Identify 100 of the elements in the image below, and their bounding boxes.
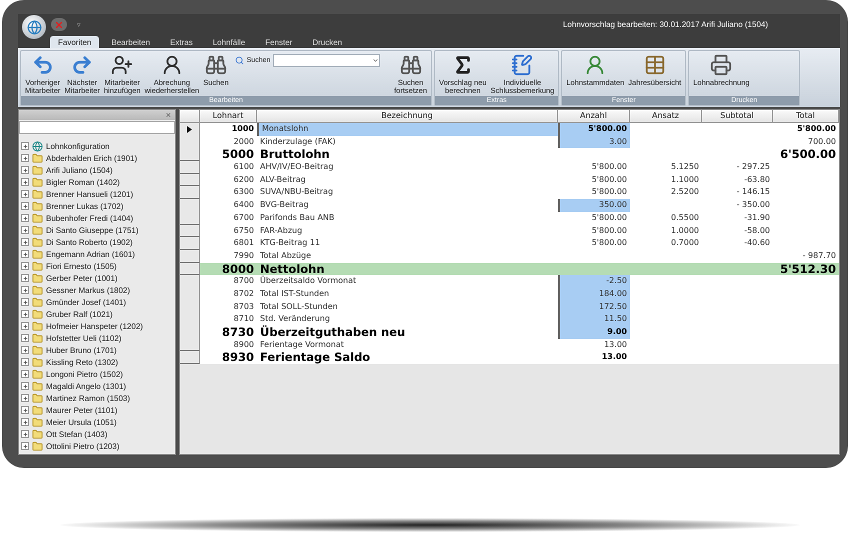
tree-item[interactable]: Magaldi Angelo (1301) <box>46 382 126 390</box>
column-header[interactable]: Total <box>773 110 839 123</box>
column-header[interactable]: Bezeichnung <box>257 110 558 123</box>
column-header[interactable]: Subtotal <box>702 110 773 123</box>
expand-icon[interactable] <box>21 394 29 402</box>
table-cell-text: 6750 <box>232 224 255 236</box>
tree-item[interactable]: Hofmeier Hanspeter (1202) <box>46 322 143 330</box>
expand-icon[interactable] <box>21 334 29 342</box>
table-cell-text: - 297.25 <box>736 161 771 174</box>
tree-item[interactable]: Engemann Adrian (1601) <box>46 250 135 258</box>
tree-item[interactable]: Bubenhofer Fredi (1404) <box>46 214 134 222</box>
input-field[interactable]: -2.50 <box>558 275 630 289</box>
tree-item[interactable]: Abderhalden Erich (1901) <box>46 154 138 162</box>
input-field[interactable]: 350.00 <box>558 199 630 213</box>
expand-icon[interactable] <box>21 370 29 378</box>
folder-icon <box>32 152 43 164</box>
input-field[interactable]: 184.00 <box>558 288 630 302</box>
table-cell-text: - 350.00 <box>736 199 771 212</box>
tree-item[interactable]: Arifi Juliano (1504) <box>46 166 113 174</box>
expand-icon[interactable] <box>21 358 29 366</box>
column-header[interactable]: Ansatz <box>630 110 702 123</box>
tree-item[interactable]: Brenner Lukas (1702) <box>46 202 124 210</box>
ribbon-tab[interactable]: Fenster <box>257 36 300 48</box>
table-cell-text: 5000 <box>220 148 255 162</box>
tree-item[interactable]: Gerber Peter (1001) <box>46 274 118 282</box>
tree-item[interactable]: Gmünder Josef (1401) <box>46 298 126 306</box>
expand-icon[interactable] <box>21 322 29 330</box>
ribbon-tab[interactable]: Favoriten <box>50 36 100 48</box>
expand-icon[interactable] <box>21 226 29 234</box>
table-cell-text: 2.5200 <box>670 186 700 198</box>
tree-item[interactable]: Lohnkonfiguration <box>46 142 110 150</box>
expand-icon[interactable] <box>21 274 29 282</box>
tree-item[interactable]: Bigler Roman (1402) <box>46 178 120 186</box>
table-cell-text: Kinderzulage (FAK) <box>259 136 337 148</box>
table-cell-text: 1.0000 <box>670 224 700 236</box>
table-cell-text: Std. Veränderung <box>259 313 331 325</box>
app-menu-button[interactable] <box>22 15 46 39</box>
column-header[interactable]: Anzahl <box>558 110 630 123</box>
expand-icon[interactable] <box>21 166 29 174</box>
expand-icon[interactable] <box>21 202 29 210</box>
tree-item[interactable]: Brenner Hansueli (1201) <box>46 190 134 198</box>
table-cell-text: AHV/IV/EO-Beitrag <box>259 161 334 174</box>
table-cell-text: 5'800.00 <box>796 123 837 135</box>
table-cell-text: 5'800.00 <box>590 237 628 250</box>
expand-icon[interactable] <box>21 418 29 426</box>
folder-icon <box>32 236 43 248</box>
table-cell-text: 2000 <box>232 136 255 148</box>
tree-item[interactable]: Ottolini Pietro (1203) <box>46 442 120 450</box>
expand-icon[interactable] <box>21 430 29 438</box>
expand-icon[interactable] <box>21 310 29 318</box>
expand-icon[interactable] <box>21 178 29 186</box>
tree-item[interactable]: Di Santo Roberto (1902) <box>46 238 133 246</box>
plus-icon <box>22 192 28 196</box>
input-field[interactable]: 9.00 <box>558 326 630 340</box>
expand-icon[interactable] <box>21 382 29 390</box>
expand-icon[interactable] <box>21 190 29 198</box>
table-cell-text: Ferientage Saldo <box>259 351 372 364</box>
tree-item[interactable]: Fiori Ernesto (1505) <box>46 262 117 270</box>
tree-item[interactable]: Ott Stefan (1403) <box>46 430 108 438</box>
table-cell-text: 6200 <box>232 174 255 186</box>
tree-item[interactable]: Hofstetter Ueli (1102) <box>46 334 122 342</box>
folder-icon <box>32 188 43 200</box>
ribbon-tab[interactable]: Drucken <box>304 36 350 48</box>
input-field[interactable]: 5'800.00 <box>558 123 630 137</box>
expand-icon[interactable] <box>21 154 29 162</box>
folder-icon <box>32 380 43 392</box>
tree-item[interactable]: Longoni Pietro (1502) <box>46 370 123 378</box>
folder-icon <box>32 404 43 416</box>
plus-icon <box>22 216 28 220</box>
table-cell-text: Ferientage Vormonat <box>259 338 345 351</box>
expand-icon[interactable] <box>21 214 29 222</box>
tree-item[interactable]: Gruber Ralf (1021) <box>46 310 113 318</box>
expand-icon[interactable] <box>21 298 29 306</box>
input-field[interactable]: 11.50 <box>558 313 630 328</box>
expand-icon[interactable] <box>21 250 29 258</box>
expand-icon[interactable] <box>21 442 29 450</box>
tree-item[interactable]: Maurer Peter (1101) <box>46 406 118 414</box>
expand-icon[interactable] <box>21 142 29 150</box>
expand-icon[interactable] <box>21 262 29 270</box>
search-field[interactable] <box>19 121 175 134</box>
plus-icon <box>22 204 28 208</box>
tree-item[interactable]: Gessner Markus (1802) <box>46 286 130 294</box>
expand-icon[interactable] <box>21 286 29 294</box>
ribbon-tab[interactable]: Lohnfälle <box>204 36 254 48</box>
tree-item[interactable]: Di Santo Giuseppe (1751) <box>46 226 138 234</box>
tree-item[interactable]: Meier Ursula (1051) <box>46 418 117 426</box>
ribbon-tab[interactable]: Bearbeiten <box>103 36 158 48</box>
folder-icon <box>32 416 43 428</box>
table-cell-text: Überzeitguthaben neu <box>259 326 406 340</box>
table-cell-text: 8930 <box>220 351 255 364</box>
expand-icon[interactable] <box>21 346 29 354</box>
tree-item[interactable]: Kissling Reto (1302) <box>46 358 118 366</box>
expand-icon[interactable] <box>21 238 29 246</box>
column-header[interactable]: Lohnart <box>200 110 257 123</box>
table-cell-text: 6100 <box>232 161 255 174</box>
tree-item[interactable]: Martinez Ramon (1503) <box>46 394 130 402</box>
row-header[interactable] <box>180 123 200 137</box>
expand-icon[interactable] <box>21 406 29 414</box>
ribbon-tab[interactable]: Extras <box>162 36 201 48</box>
tree-item[interactable]: Huber Bruno (1701) <box>46 346 117 354</box>
